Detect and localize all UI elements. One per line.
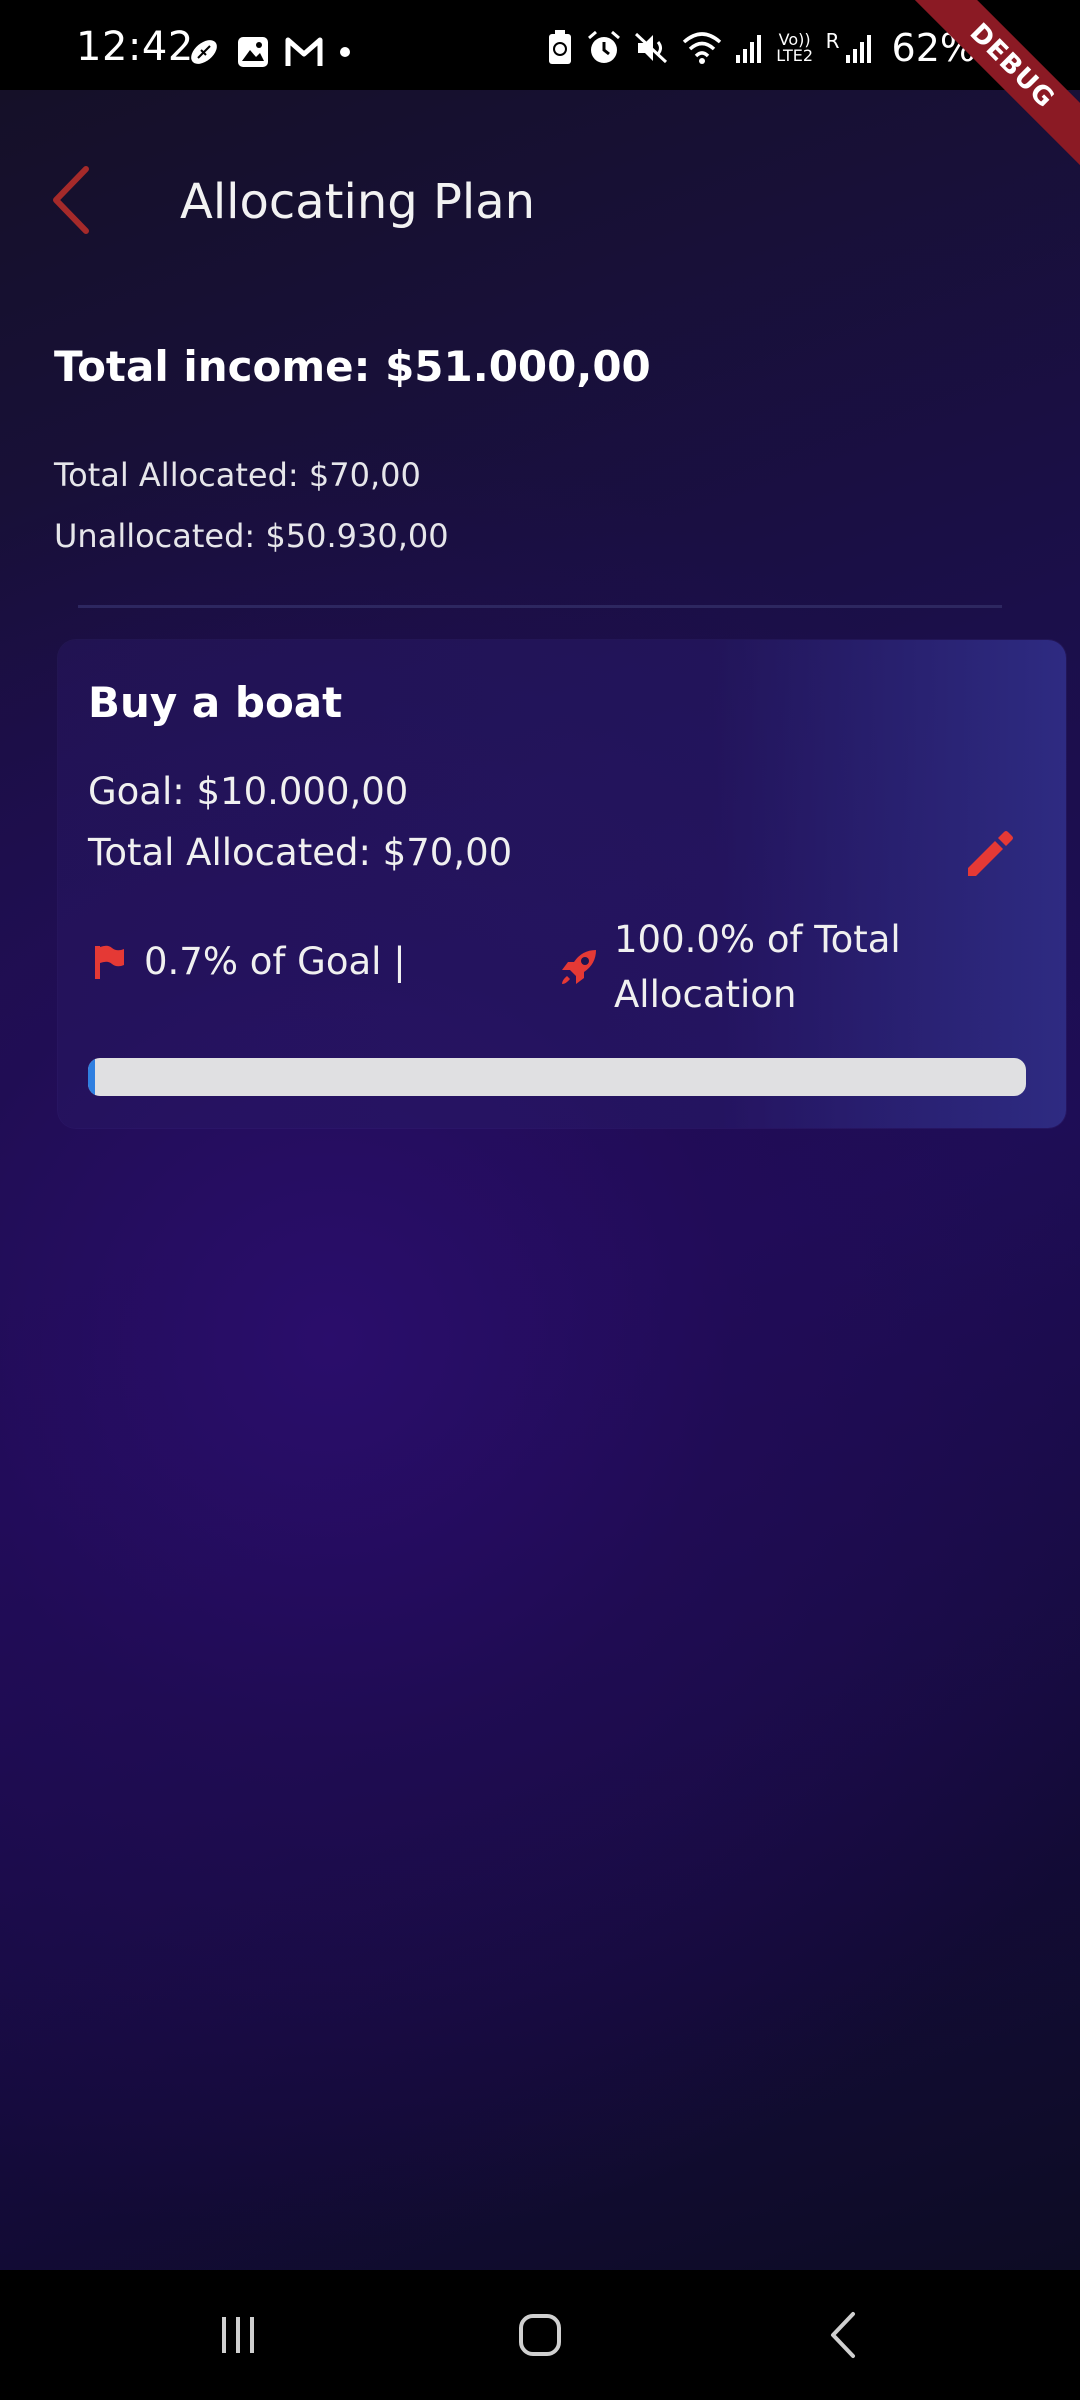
gallery-icon xyxy=(238,37,268,67)
goal-progress-fill xyxy=(88,1058,95,1096)
summary-total-allocated: Total Allocated: $70,00 xyxy=(54,456,421,494)
network-label: Vo)) LTE2 xyxy=(776,30,814,65)
home-icon xyxy=(519,2314,561,2356)
plan-title: Buy a boat xyxy=(88,678,343,727)
alarm-icon xyxy=(587,30,620,63)
total-income: Total income: $51.000,00 xyxy=(54,342,651,391)
app-body: Allocating Plan Total income: $51.000,00… xyxy=(0,90,1080,2270)
battery-saver-icon xyxy=(548,30,571,64)
edit-button[interactable] xyxy=(958,824,1018,884)
dot-icon xyxy=(340,47,350,57)
status-time: 12:42 xyxy=(76,24,194,70)
rocket-icon xyxy=(562,950,596,984)
recent-apps-icon xyxy=(222,2317,254,2353)
back-icon xyxy=(831,2312,855,2358)
system-back-button[interactable] xyxy=(802,2300,882,2370)
flag-icon xyxy=(95,945,124,979)
navigation-bar xyxy=(0,2270,1080,2400)
football-icon xyxy=(191,40,217,64)
plan-total-allocated: Total Allocated: $70,00 xyxy=(88,831,513,874)
wifi-icon xyxy=(682,32,721,64)
gmail-icon xyxy=(285,37,323,66)
goal-progress-bar xyxy=(88,1058,1026,1096)
pencil-icon xyxy=(968,831,1013,876)
signal-icon-2 xyxy=(845,35,871,63)
recent-apps-button[interactable] xyxy=(198,2300,278,2370)
divider xyxy=(78,605,1002,608)
status-bar: 12:42 Vo)) LTE2 R 62% DEBUG xyxy=(0,0,1080,174)
notification-icons xyxy=(186,34,352,70)
allocation-percent-stat: 100.0% of Total Allocation xyxy=(558,912,934,1022)
page-title: Allocating Plan xyxy=(180,174,536,230)
goal-percent-text: 0.7% of Goal | xyxy=(144,940,406,983)
mute-icon xyxy=(634,32,667,64)
roaming-label: R xyxy=(825,29,840,53)
plan-goal: Goal: $10.000,00 xyxy=(88,770,409,813)
allocation-percent-text: 100.0% of Total Allocation xyxy=(614,918,901,1016)
summary-unallocated: Unallocated: $50.930,00 xyxy=(54,517,449,555)
back-button[interactable] xyxy=(40,160,100,240)
goal-percent-stat: 0.7% of Goal | xyxy=(92,940,406,983)
home-button[interactable] xyxy=(500,2300,580,2370)
signal-icon xyxy=(735,35,761,63)
plan-card[interactable]: Buy a boat Goal: $10.000,00 Total Alloca… xyxy=(58,640,1066,1128)
screen: 12:42 Vo)) LTE2 R 62% DEBUG Allocating P… xyxy=(0,0,1080,2400)
system-icons: Vo)) LTE2 R 62% xyxy=(546,26,1010,70)
chevron-left-icon xyxy=(53,166,89,234)
